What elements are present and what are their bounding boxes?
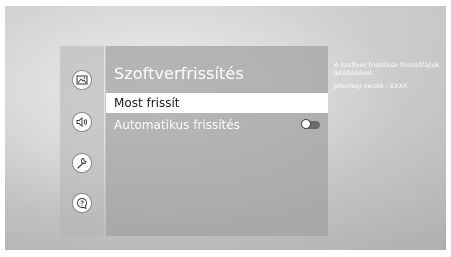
sound-category-button[interactable] — [72, 112, 92, 132]
screen: Szoftverfrissítés Most frissít Automatik… — [0, 0, 451, 257]
auto-update-label: Automatikus frissítés — [114, 118, 240, 132]
auto-update-toggle[interactable] — [301, 119, 320, 129]
picture-icon — [76, 75, 88, 85]
current-version: Jelenlegi verzió : XXXX — [334, 82, 408, 90]
support-icon — [77, 198, 87, 209]
tv-screen: Szoftverfrissítés Most frissít Automatik… — [5, 6, 446, 250]
info-description: A szoftver frissítése frissítőfájlok let… — [334, 61, 440, 77]
picture-category-button[interactable] — [72, 70, 92, 90]
update-now-label: Most frissít — [114, 96, 180, 110]
sound-icon — [76, 117, 87, 127]
update-now-item[interactable]: Most frissít — [106, 93, 328, 113]
support-category-button[interactable] — [72, 193, 92, 213]
wrench-icon — [77, 157, 87, 169]
settings-category-rail — [60, 46, 104, 236]
info-panel: A szoftver frissítése frissítőfájlok let… — [334, 61, 446, 90]
general-category-button[interactable] — [72, 153, 92, 173]
toggle-knob — [301, 119, 311, 129]
software-update-panel: Szoftverfrissítés Most frissít Automatik… — [105, 46, 328, 236]
auto-update-item[interactable]: Automatikus frissítés — [106, 115, 328, 135]
panel-title: Szoftverfrissítés — [114, 64, 244, 83]
